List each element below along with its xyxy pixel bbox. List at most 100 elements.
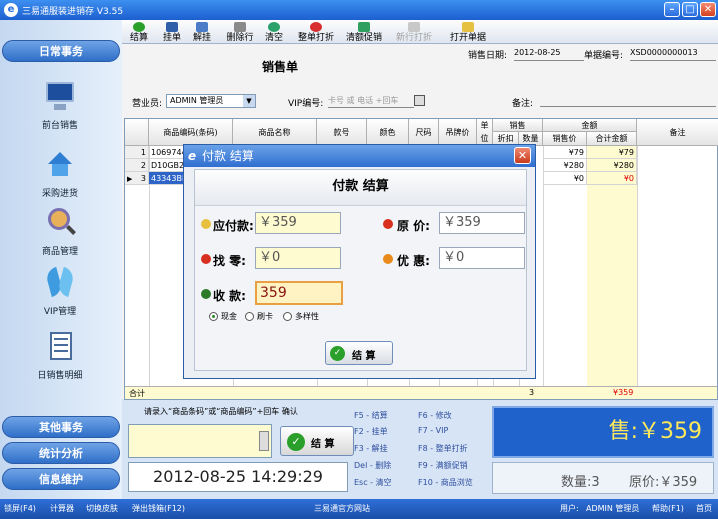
sidebar-item-vip[interactable]: VIP管理 — [30, 266, 90, 317]
switch-skin-link[interactable]: 切换皮肤 — [86, 499, 118, 519]
fkey-hint: F10 - 商品浏览 — [418, 478, 473, 487]
promo-toolbar-button[interactable]: 清额促销 — [344, 22, 384, 44]
sidebar-group-other[interactable]: 其他事务 — [2, 416, 120, 438]
unhold-toolbar-button[interactable]: 解挂 — [190, 22, 214, 44]
sidebar-item-label: VIP管理 — [43, 307, 77, 317]
sidebar-group-info[interactable]: 信息维护 — [2, 468, 120, 490]
confirm-checkout-button[interactable]: ✓ 结 算 — [325, 341, 393, 365]
lock-screen-link[interactable]: 锁屏(F4) — [4, 499, 36, 519]
sidebar-item-products[interactable]: 商品管理 — [30, 206, 90, 257]
folder-icon — [462, 22, 474, 32]
checkout-toolbar-button[interactable]: 结算 — [126, 22, 152, 44]
monitor-icon — [42, 80, 78, 114]
grid-header-color: 颜色 — [367, 119, 409, 146]
received-input[interactable]: 359 — [255, 281, 343, 305]
clerk-select[interactable]: ADMIN 管理员 ▼ — [166, 94, 256, 108]
sidebar: 日常事务 前台销售 采购进货 商品管理 VIP管理 日销售明细 其他事务 统计分… — [0, 20, 122, 500]
qty-display: 数量:3 — [561, 475, 600, 490]
new-line-discount-toolbar-button[interactable]: 新行打折 — [394, 22, 434, 44]
sidebar-item-daily-detail[interactable]: 日销售明细 — [30, 330, 90, 381]
pay-cash-radio[interactable] — [209, 312, 218, 321]
apple-icon — [201, 254, 211, 264]
orig-price-display: 原价:￥359 — [629, 475, 698, 490]
input-scroll-icon[interactable] — [259, 431, 269, 451]
form-title: 销售单 — [262, 60, 299, 74]
received-label: 收 款: — [213, 289, 246, 303]
sale-date-label: 销售日期: — [468, 51, 508, 61]
red-dot-icon — [383, 219, 393, 229]
delete-row-icon — [234, 22, 246, 32]
status-bar: 锁屏(F4) 计算器 切换皮肤 弹出钱箱(F12) 三易通官方网站 用户: AD… — [0, 499, 718, 519]
grid-header-name: 商品名称 — [233, 119, 317, 146]
grid-header-sale: 销售 — [493, 119, 543, 132]
home-link[interactable]: 首页 — [696, 499, 712, 519]
sidebar-item-purchase[interactable]: 采购进货 — [30, 148, 90, 199]
clerk-label: 营业员: — [132, 99, 163, 109]
vip-icon — [42, 266, 78, 300]
discount-field[interactable]: ￥0 — [439, 247, 525, 269]
pay-card-label: 刷卡 — [257, 312, 273, 321]
delete-row-toolbar-button[interactable]: 删除行 — [226, 22, 254, 44]
unsave-icon — [196, 22, 208, 32]
vip-input[interactable]: 卡号 或 电话 +回车 — [328, 94, 414, 108]
smiley-icon — [201, 219, 211, 229]
fkey-hint: F2 - 挂单 — [354, 427, 388, 436]
save-icon — [166, 22, 178, 32]
maximize-icon[interactable]: □ — [682, 2, 698, 17]
grid-header-size: 尺码 — [409, 119, 439, 146]
doc-no-value: XSD0000000013 — [630, 48, 698, 57]
fkey-hint: F5 - 结算 — [354, 411, 388, 420]
change-field[interactable]: ￥0 — [255, 247, 341, 269]
official-site-link[interactable]: 三易通官方网站 — [314, 499, 370, 519]
discount-label: 优 惠: — [397, 254, 430, 268]
pay-mixed-radio[interactable] — [283, 312, 292, 321]
orange-dot-icon — [383, 254, 393, 264]
dialog-title-bar: e 付款 结算 ✕ — [184, 145, 535, 167]
grid-header-tag-price: 吊牌价 — [439, 119, 477, 146]
sidebar-item-label: 商品管理 — [41, 247, 78, 257]
minimize-icon[interactable]: – — [664, 2, 680, 17]
green-dot-icon — [201, 289, 211, 299]
close-icon[interactable]: ✕ — [700, 2, 716, 17]
fkey-hint: F9 - 满额促销 — [418, 461, 468, 470]
sidebar-group-stats[interactable]: 统计分析 — [2, 442, 120, 464]
magnifier-icon — [42, 206, 78, 240]
whole-discount-toolbar-button[interactable]: 整单打折 — [296, 22, 336, 44]
fkey-hint: Esc - 清空 — [354, 478, 392, 487]
open-document-toolbar-button[interactable]: 打开单据 — [448, 22, 488, 44]
sidebar-item-front-sales[interactable]: 前台销售 — [30, 80, 90, 131]
close-icon[interactable]: ✕ — [514, 147, 531, 164]
chevron-down-icon[interactable]: ▼ — [243, 95, 255, 107]
check-icon: ✓ — [287, 433, 305, 451]
help-link[interactable]: 帮助(F1) — [652, 499, 684, 519]
fkey-hint: F3 - 解挂 — [354, 444, 388, 453]
window-title: 三易通服装进销存 V3.55 — [22, 7, 124, 17]
sidebar-item-label: 日销售明细 — [37, 371, 83, 381]
check-icon — [133, 22, 145, 32]
fkey-hint: Del - 删除 — [354, 461, 392, 470]
pay-cash-label: 现金 — [221, 312, 237, 321]
hold-toolbar-button[interactable]: 挂单 — [160, 22, 184, 44]
grid-header-remark: 备注 — [637, 119, 718, 146]
fkey-hint: F8 - 整单打折 — [418, 444, 468, 453]
pay-card-radio[interactable] — [245, 312, 254, 321]
calculator-link[interactable]: 计算器 — [50, 499, 74, 519]
sale-total-display: 售:￥359 — [492, 406, 714, 458]
sidebar-group-daily[interactable]: 日常事务 — [2, 40, 120, 62]
check-icon: ✓ — [330, 346, 345, 361]
change-label: 找 零: — [213, 254, 246, 268]
open-cash-drawer-link[interactable]: 弹出钱箱(F12) — [132, 499, 185, 519]
orig-price-label: 原 价: — [397, 219, 430, 233]
dialog-title: 付款 结算 — [202, 149, 254, 163]
barcode-input[interactable] — [128, 424, 272, 458]
house-icon — [42, 148, 78, 182]
orig-price-field[interactable]: ￥359 — [439, 212, 525, 234]
vip-search-icon[interactable] — [414, 95, 425, 106]
grid-header-style: 款号 — [317, 119, 367, 146]
dialog-header: 付款 结算 — [195, 170, 526, 206]
grid-header-unit: 单位 — [477, 119, 493, 146]
clear-toolbar-button[interactable]: 清空 — [262, 22, 286, 44]
sidebar-item-label: 前台销售 — [41, 121, 78, 131]
checkout-button[interactable]: ✓ 结 算 — [280, 426, 354, 456]
due-field[interactable]: ￥359 — [255, 212, 341, 234]
